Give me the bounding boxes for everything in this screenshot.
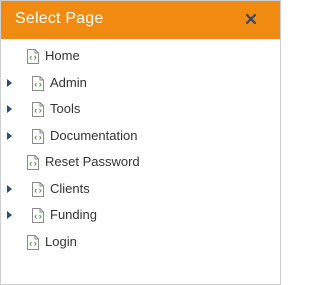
tree-item-label: Documentation [50,128,138,143]
expand-arrow-icon[interactable] [6,131,14,141]
select-page-dialog: Select Page Home Admin Tools Documentati… [0,0,281,285]
tree-item-label: Home [45,48,80,63]
tree-item-label: Funding [50,207,97,222]
expand-arrow-icon[interactable] [6,184,14,194]
dialog-titlebar: Select Page [1,1,280,39]
tree-item-login[interactable]: Login [1,231,280,253]
close-icon[interactable] [241,9,261,29]
page-code-icon [32,102,44,117]
tree-item-clients[interactable]: Clients [1,178,280,200]
tree-item-label: Tools [50,101,81,116]
dialog-title: Select Page [15,10,104,27]
tree-item-admin[interactable]: Admin [1,72,280,94]
tree-item-label: Admin [50,75,87,90]
page-code-icon [27,235,39,250]
page-code-icon [27,49,39,64]
tree-item-tools[interactable]: Tools [1,98,280,120]
expand-arrow-icon[interactable] [6,104,14,114]
tree-item-documentation[interactable]: Documentation [1,125,280,147]
page-code-icon [32,129,44,144]
tree-item-funding[interactable]: Funding [1,204,280,226]
tree-item-label: Clients [50,181,90,196]
expand-arrow-icon[interactable] [6,78,14,88]
expand-arrow-icon[interactable] [6,210,14,220]
page-code-icon [32,182,44,197]
page-code-icon [32,76,44,91]
tree-item-label: Login [45,234,77,249]
tree-item-reset-password[interactable]: Reset Password [1,151,280,173]
page-code-icon [27,155,39,170]
tree-item-label: Reset Password [45,154,140,169]
page-code-icon [32,208,44,223]
tree-item-home[interactable]: Home [1,45,280,67]
